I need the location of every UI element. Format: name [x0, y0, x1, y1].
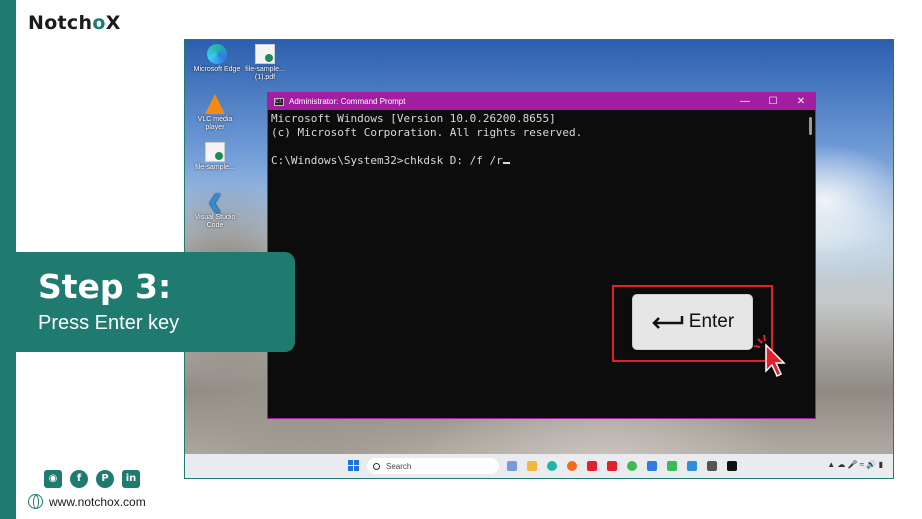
pdf-file-icon: [205, 142, 225, 162]
enter-key-label: Enter: [688, 311, 735, 332]
taskbar-app-icon[interactable]: [507, 461, 517, 471]
desktop-icon-label: file-sample...: [195, 164, 235, 171]
window-titlebar[interactable]: C:\ Administrator: Command Prompt — ☐ ✕: [268, 93, 815, 110]
step-subtitle: Press Enter key: [38, 312, 180, 334]
social-links: ◉ f P in: [44, 470, 140, 488]
enter-key-button[interactable]: Enter: [632, 294, 753, 350]
search-icon: [373, 462, 380, 470]
desktop-icon-vscode[interactable]: ❮ Visual Studio Code: [189, 192, 241, 230]
taskbar-app-icon[interactable]: [587, 461, 597, 471]
search-placeholder: Search: [386, 461, 412, 471]
left-accent-bar: [0, 0, 16, 519]
enter-arrow-icon: [652, 316, 684, 329]
desktop-icon-label: VLC media player: [197, 116, 233, 131]
taskbar-app-icon[interactable]: [627, 461, 637, 471]
text-cursor: [502, 162, 510, 164]
taskbar-app-icon[interactable]: [727, 461, 737, 471]
linkedin-icon[interactable]: in: [122, 470, 140, 488]
vlc-icon: [205, 94, 225, 114]
windows-start-icon[interactable]: [348, 460, 359, 471]
enter-key-highlight: Enter: [612, 285, 773, 362]
vscode-icon: ❮: [207, 192, 223, 212]
taskbar-app-icon[interactable]: [547, 461, 557, 471]
step-title: Step 3:: [38, 267, 172, 306]
scrollbar[interactable]: [809, 117, 812, 135]
desktop-icon-edge[interactable]: Microsoft Edge: [191, 44, 243, 74]
taskbar-app-icon[interactable]: [687, 461, 697, 471]
taskbar-search-box[interactable]: Search: [367, 458, 499, 474]
minimize-button[interactable]: —: [731, 93, 759, 110]
instagram-icon[interactable]: ◉: [44, 470, 62, 488]
taskbar-app-icon[interactable]: [567, 461, 577, 471]
taskbar-app-icon[interactable]: [707, 461, 717, 471]
desktop-icon-pdf-1[interactable]: file-sample...(1).pdf: [239, 44, 291, 82]
console-line: C:\Windows\System32>chkdsk D: /f /r: [271, 154, 503, 167]
window-title: Administrator: Command Prompt: [289, 97, 406, 106]
terminal-icon: C:\: [274, 97, 284, 106]
click-pointer-icon: [753, 334, 786, 378]
close-button[interactable]: ✕: [787, 93, 815, 110]
globe-icon: [28, 494, 43, 509]
edge-icon: [207, 44, 227, 64]
brand-logo: NotchoX: [28, 12, 121, 34]
desktop-icon-pdf-2[interactable]: file-sample...: [189, 142, 241, 172]
website-url: www.notchox.com: [49, 494, 146, 509]
console-output[interactable]: Microsoft Windows [Version 10.0.26200.86…: [268, 110, 815, 170]
tutorial-slide: NotchoX Microsoft Edge file-sample...(1)…: [0, 0, 922, 519]
command-prompt-window[interactable]: C:\ Administrator: Command Prompt — ☐ ✕ …: [267, 92, 816, 419]
taskbar-app-icon[interactable]: [527, 461, 537, 471]
facebook-icon[interactable]: f: [70, 470, 88, 488]
taskbar: Search ▲ ☁ 🎤 ≈ 🔊 ▮: [185, 454, 893, 478]
taskbar-app-icon[interactable]: [647, 461, 657, 471]
taskbar-app-icon[interactable]: [607, 461, 617, 471]
maximize-button[interactable]: ☐: [759, 93, 787, 110]
system-tray[interactable]: ▲ ☁ 🎤 ≈ 🔊 ▮: [827, 460, 883, 469]
console-line: (c) Microsoft Corporation. All rights re…: [271, 126, 583, 139]
console-command-line: C:\Windows\System32>chkdsk D: /f /r: [271, 154, 812, 168]
desktop-icon-vlc[interactable]: VLC media player: [189, 94, 241, 132]
desktop-icon-label: Microsoft Edge: [193, 66, 241, 73]
pdf-file-icon: [255, 44, 275, 64]
website-link[interactable]: www.notchox.com: [28, 494, 146, 509]
console-line: Microsoft Windows [Version 10.0.26200.86…: [271, 112, 556, 125]
desktop-icon-label: Visual Studio Code: [194, 214, 236, 229]
step-banner: Step 3: Press Enter key: [16, 252, 295, 352]
taskbar-app-icon[interactable]: [667, 461, 677, 471]
desktop-icon-label: file-sample...(1).pdf: [245, 66, 285, 81]
pinterest-icon[interactable]: P: [96, 470, 114, 488]
